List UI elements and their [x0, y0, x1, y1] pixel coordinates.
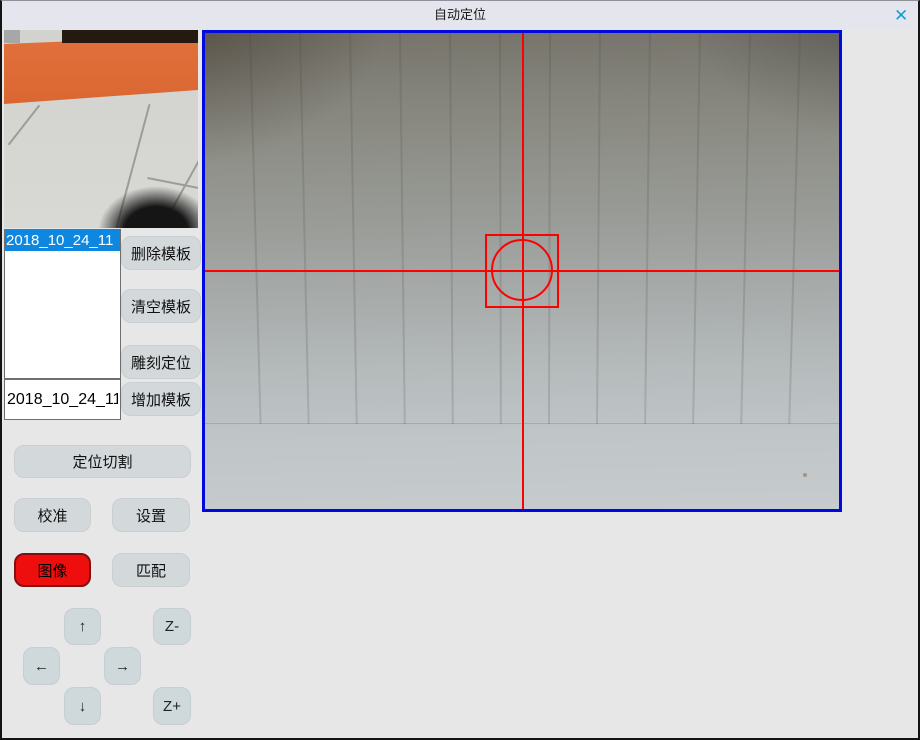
dust-speck [803, 473, 807, 477]
calibrate-button[interactable]: 校准 [14, 498, 91, 532]
match-button[interactable]: 匹配 [112, 553, 190, 587]
position-cut-button[interactable]: 定位切割 [14, 445, 191, 478]
delete-template-button[interactable]: 删除模板 [121, 236, 201, 270]
auto-position-dialog: 自动定位 ✕ 2018_10_24_11 删除模板 清空模板 雕刻定位 增加模板… [0, 0, 920, 740]
template-name-input[interactable] [4, 379, 121, 420]
ceiling-joint-line [740, 33, 751, 424]
jog-right-button[interactable]: → [104, 647, 141, 685]
template-thumbnail-preview [4, 30, 198, 228]
settings-button[interactable]: 设置 [112, 498, 190, 532]
close-icon[interactable]: ✕ [888, 3, 912, 27]
ceiling-joint-line [644, 33, 651, 424]
ceiling-joint-line [788, 33, 801, 424]
ceiling-joint-line [692, 33, 701, 424]
ceiling-joint-line [596, 33, 601, 424]
title-bar: 自动定位 ✕ [2, 1, 918, 29]
ceiling-joint-line [399, 33, 406, 424]
gray-background-patch [4, 30, 20, 43]
ceiling-joint-line [299, 33, 310, 424]
template-list-item[interactable]: 2018_10_24_11 [5, 230, 120, 251]
ceiling-joint-line [449, 33, 454, 424]
ceiling-joint-line [349, 33, 358, 424]
template-list[interactable]: 2018_10_24_11 [4, 229, 121, 379]
dialog-title: 自动定位 [2, 1, 918, 29]
engrave-position-button[interactable]: 雕刻定位 [121, 345, 201, 379]
ceiling-joint-line [499, 33, 502, 424]
dark-background-strip [62, 30, 198, 43]
camera-view[interactable] [202, 30, 842, 512]
z-plus-button[interactable]: Z+ [153, 687, 191, 725]
jog-up-button[interactable]: ↑ [64, 608, 101, 645]
image-button[interactable]: 图像 [14, 553, 91, 587]
jog-left-button[interactable]: ← [23, 647, 60, 685]
clear-templates-button[interactable]: 清空模板 [121, 289, 201, 323]
ceiling-joint-line [548, 33, 551, 424]
jog-down-button[interactable]: ↓ [64, 687, 101, 725]
z-minus-button[interactable]: Z- [153, 608, 191, 645]
ceiling-joint-line [249, 33, 262, 424]
add-template-button[interactable]: 增加模板 [121, 382, 201, 416]
match-region-circle [491, 239, 553, 301]
